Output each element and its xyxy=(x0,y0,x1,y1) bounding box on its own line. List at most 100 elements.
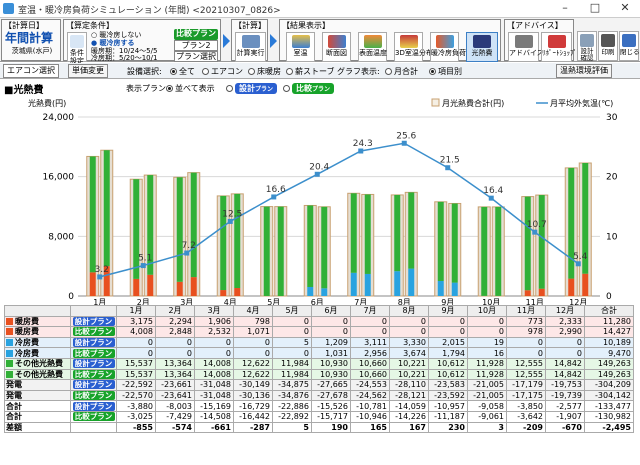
plan-tag-cell: 比較プラン xyxy=(70,347,117,359)
close-button[interactable]: 閉じる xyxy=(619,31,640,61)
table-cell: 16 xyxy=(467,347,507,359)
temperature-label: 21.5 xyxy=(440,156,460,166)
minimize-button[interactable]: – xyxy=(550,0,580,18)
settings-doc-icon xyxy=(70,35,84,48)
door-icon xyxy=(622,34,636,47)
table-cell: 190 xyxy=(311,421,351,434)
table-row: 暖房費 設計プラン 3,175 2,294 1,906 798 0 0 0 0 0 0 773 2,333… xyxy=(4,315,634,328)
table-cell: -209 xyxy=(506,421,546,434)
x-tick-label: 5月 xyxy=(267,298,280,305)
table-row: 冷房費 比較プラン 0 0 0 0 0 1,031 2,956 3,674 1,794 16 0 0 9,4… xyxy=(4,347,634,359)
y2-tick-label: 0 xyxy=(606,292,612,302)
bar-segment xyxy=(321,288,328,296)
row-label-text: 冷房費 xyxy=(15,338,39,348)
section-icon xyxy=(327,35,346,48)
chart-panel: ■光熱費 表示プラン: 並べて表示 設計プラン 比較プラン 0 8,000 16,0… xyxy=(0,79,640,305)
table-cell: 978 xyxy=(506,326,546,338)
plan-tag-cell: 比較プラン xyxy=(70,410,117,423)
room-temp-button[interactable]: 室温 xyxy=(286,32,315,62)
compare-plan-button[interactable]: 比較プラン xyxy=(174,29,218,40)
table-cell: 4,008 xyxy=(116,326,156,338)
condition-settings-button[interactable]: 条件設定 xyxy=(67,32,87,65)
design-plan-tag: 設計プラン xyxy=(72,401,115,411)
thermal-env-button[interactable]: 温熱環境評価 xyxy=(556,64,612,78)
row-label-text: 冷房費 xyxy=(15,348,39,358)
print-button[interactable]: 印刷 xyxy=(598,31,618,61)
compare-plan-tag: 比較プラン xyxy=(72,327,115,337)
table-cell: -304,142 xyxy=(584,389,634,402)
graph-item-radio[interactable]: 項目別 xyxy=(429,66,462,77)
energy-cost-button[interactable]: 光熱費 xyxy=(466,32,498,62)
compare-plan-tag: 比較プラン xyxy=(72,391,115,400)
cool-period-label: 冷房期：5/20～10/1 xyxy=(91,54,158,62)
unit-price-tab[interactable]: 単価変更 xyxy=(68,64,108,78)
equip-stove-radio[interactable]: 薪ストーブ xyxy=(286,66,335,77)
legend-bar-swatch xyxy=(431,98,440,107)
table-cell: -21,005 xyxy=(467,389,507,402)
swatch-icon xyxy=(6,370,13,378)
3d-room-temp-button[interactable]: 3D室温分布 xyxy=(394,32,433,62)
table-cell: 0 xyxy=(233,347,273,359)
plan2-button[interactable]: プラン2 xyxy=(174,40,218,51)
app-window: 室温・暖冷房負荷シミュレーション (年間) <20210307_0826> – … xyxy=(0,0,640,465)
table-cell: 10,221 xyxy=(389,368,429,381)
row-label-text: 合計 xyxy=(6,401,22,411)
x-tick-label: 1月 xyxy=(93,298,106,305)
report-shop-button[interactable]: ﾘﾎﾟｰﾄｼｮｯﾌﾟ xyxy=(541,32,577,62)
table-cell: -19,753 xyxy=(545,379,585,391)
advice-label: 【アドバイス】 xyxy=(507,21,563,30)
row-label: 合計 xyxy=(4,400,71,412)
advice-button[interactable]: アドバイス xyxy=(508,32,544,62)
table-cell: -22,886 xyxy=(272,400,312,412)
table-cell: 167 xyxy=(389,421,429,434)
equip-floorheat-radio[interactable]: 床暖房 xyxy=(248,66,281,77)
table-cell: -34,875 xyxy=(272,379,312,391)
table-cell: 798 xyxy=(233,315,273,328)
maximize-button[interactable]: □ xyxy=(580,0,610,18)
table-cell: 2,990 xyxy=(545,326,585,338)
design-check-icon xyxy=(580,34,594,47)
table-cell: -22,892 xyxy=(272,410,312,423)
swatch-icon xyxy=(6,317,13,325)
row-label: 差額 xyxy=(4,421,71,434)
radio-dot-icon xyxy=(202,68,209,75)
equip-all-radio[interactable]: 全て xyxy=(170,66,195,77)
x-tick-label: 10月 xyxy=(482,298,500,305)
column-header xyxy=(70,305,117,317)
table-cell: 0 xyxy=(272,315,312,328)
table-cell: 9,470 xyxy=(584,347,634,359)
bar-segment xyxy=(307,205,314,287)
aircon-select-tab[interactable]: エアコン選択 xyxy=(3,64,59,78)
heat-load-button[interactable]: 暖冷房負荷 xyxy=(430,32,466,62)
x-tick-label: 11月 xyxy=(526,298,544,305)
plan-select-button[interactable]: プラン選択 xyxy=(174,51,218,62)
table-cell: 14,008 xyxy=(194,357,234,370)
plan-tag-cell: 比較プラン xyxy=(70,389,117,402)
table-cell: 773 xyxy=(506,315,546,328)
table-header-row: 1月 2月 3月 4月 5月 6月 7月 8月 9月 10月 11月 12月 合計 xyxy=(4,305,634,317)
table-cell: 1,071 xyxy=(233,326,273,338)
y2-tick-label: 10 xyxy=(606,232,618,242)
equip-aircon-radio[interactable]: エアコン xyxy=(202,66,243,77)
table-cell: 0 xyxy=(428,315,468,328)
run-calc-button[interactable]: 計算実行 xyxy=(235,32,266,62)
table-cell: -19,739 xyxy=(545,389,585,402)
x-tick-label: 6月 xyxy=(311,298,324,305)
graph-monthly-radio[interactable]: 月合計 xyxy=(385,66,418,77)
table-cell: 149,263 xyxy=(584,368,634,381)
table-cell: 3,330 xyxy=(389,336,429,349)
section-view-button[interactable]: 断面図 xyxy=(322,32,351,62)
table-cell: 10,930 xyxy=(311,357,351,370)
close-window-button[interactable]: ✕ xyxy=(610,0,640,18)
bar-segment xyxy=(220,290,227,296)
design-check-button[interactable]: 設計確認 xyxy=(577,31,597,62)
house-temp-icon xyxy=(291,35,310,48)
results-group: 【結果表示】 室温 断面図 表面温度 3D室温分布 暖冷房負荷 光熱費 xyxy=(279,19,501,62)
table-cell: 0 xyxy=(194,336,234,349)
surface-temp-button[interactable]: 表面温度 xyxy=(358,32,387,62)
y-axis-label: 光熱費(円) xyxy=(28,98,66,108)
design-plan-tag: 設計プラン xyxy=(72,380,115,390)
cost-table: 1月 2月 3月 4月 5月 6月 7月 8月 9月 10月 11月 12月 合計 暖房費 設計プラン 3,1… xyxy=(4,305,634,434)
row-label: 合計 xyxy=(4,410,71,423)
plan-tag-cell xyxy=(70,421,117,434)
